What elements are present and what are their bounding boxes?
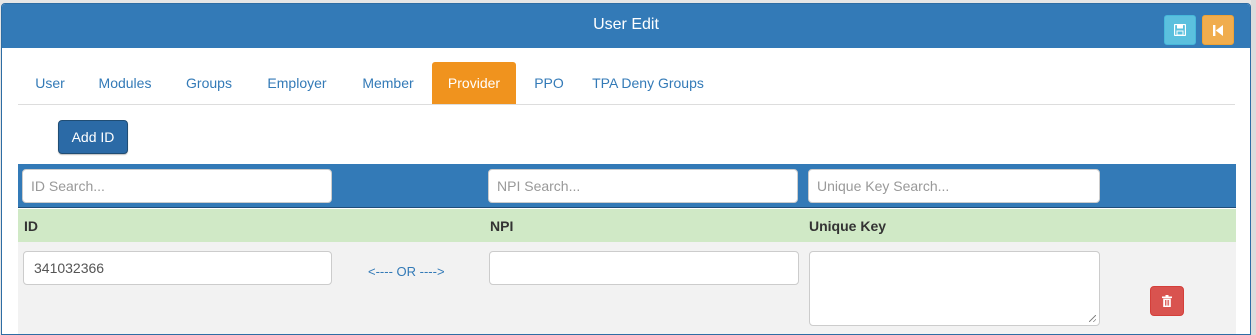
- or-separator: <---- OR ---->: [368, 264, 445, 279]
- tab-tpa-deny-groups[interactable]: TPA Deny Groups: [582, 62, 714, 104]
- unique-key-textarea[interactable]: [809, 251, 1100, 326]
- add-id-button[interactable]: Add ID: [58, 120, 128, 154]
- tab-employer[interactable]: Employer: [250, 62, 344, 104]
- resize-handle[interactable]: [1089, 315, 1096, 322]
- tab-bar: User Modules Groups Employer Member Prov…: [18, 62, 1235, 105]
- column-header-unique-key: Unique Key: [809, 218, 887, 234]
- tab-user[interactable]: User: [18, 62, 82, 104]
- tab-modules[interactable]: Modules: [82, 62, 168, 104]
- id-field[interactable]: [23, 251, 332, 285]
- tab-provider[interactable]: Provider: [432, 62, 516, 104]
- id-search-input[interactable]: [22, 169, 332, 203]
- column-header-id: ID: [24, 218, 38, 234]
- column-header-npi: NPI: [490, 218, 514, 234]
- step-backward-icon: [1213, 24, 1223, 36]
- back-button[interactable]: [1202, 15, 1234, 45]
- npi-field[interactable]: [489, 251, 799, 285]
- table-row: <---- OR ---->: [18, 242, 1236, 334]
- floppy-disk-icon: [1174, 24, 1186, 36]
- search-bar: [18, 164, 1236, 208]
- table-header: ID NPI Unique Key: [18, 209, 1236, 242]
- scrollbar[interactable]: [1251, 0, 1256, 335]
- user-edit-panel: User Edit User Modules Groups Employer M…: [1, 3, 1251, 335]
- panel-header: User Edit: [2, 4, 1250, 48]
- save-button[interactable]: [1164, 15, 1196, 45]
- tab-groups[interactable]: Groups: [168, 62, 250, 104]
- tab-member[interactable]: Member: [344, 62, 432, 104]
- page-title: User Edit: [593, 16, 659, 33]
- tab-ppo[interactable]: PPO: [516, 62, 582, 104]
- npi-search-input[interactable]: [488, 169, 798, 203]
- trash-icon: [1162, 295, 1172, 307]
- delete-button[interactable]: [1150, 286, 1184, 316]
- unique-key-search-input[interactable]: [808, 169, 1100, 203]
